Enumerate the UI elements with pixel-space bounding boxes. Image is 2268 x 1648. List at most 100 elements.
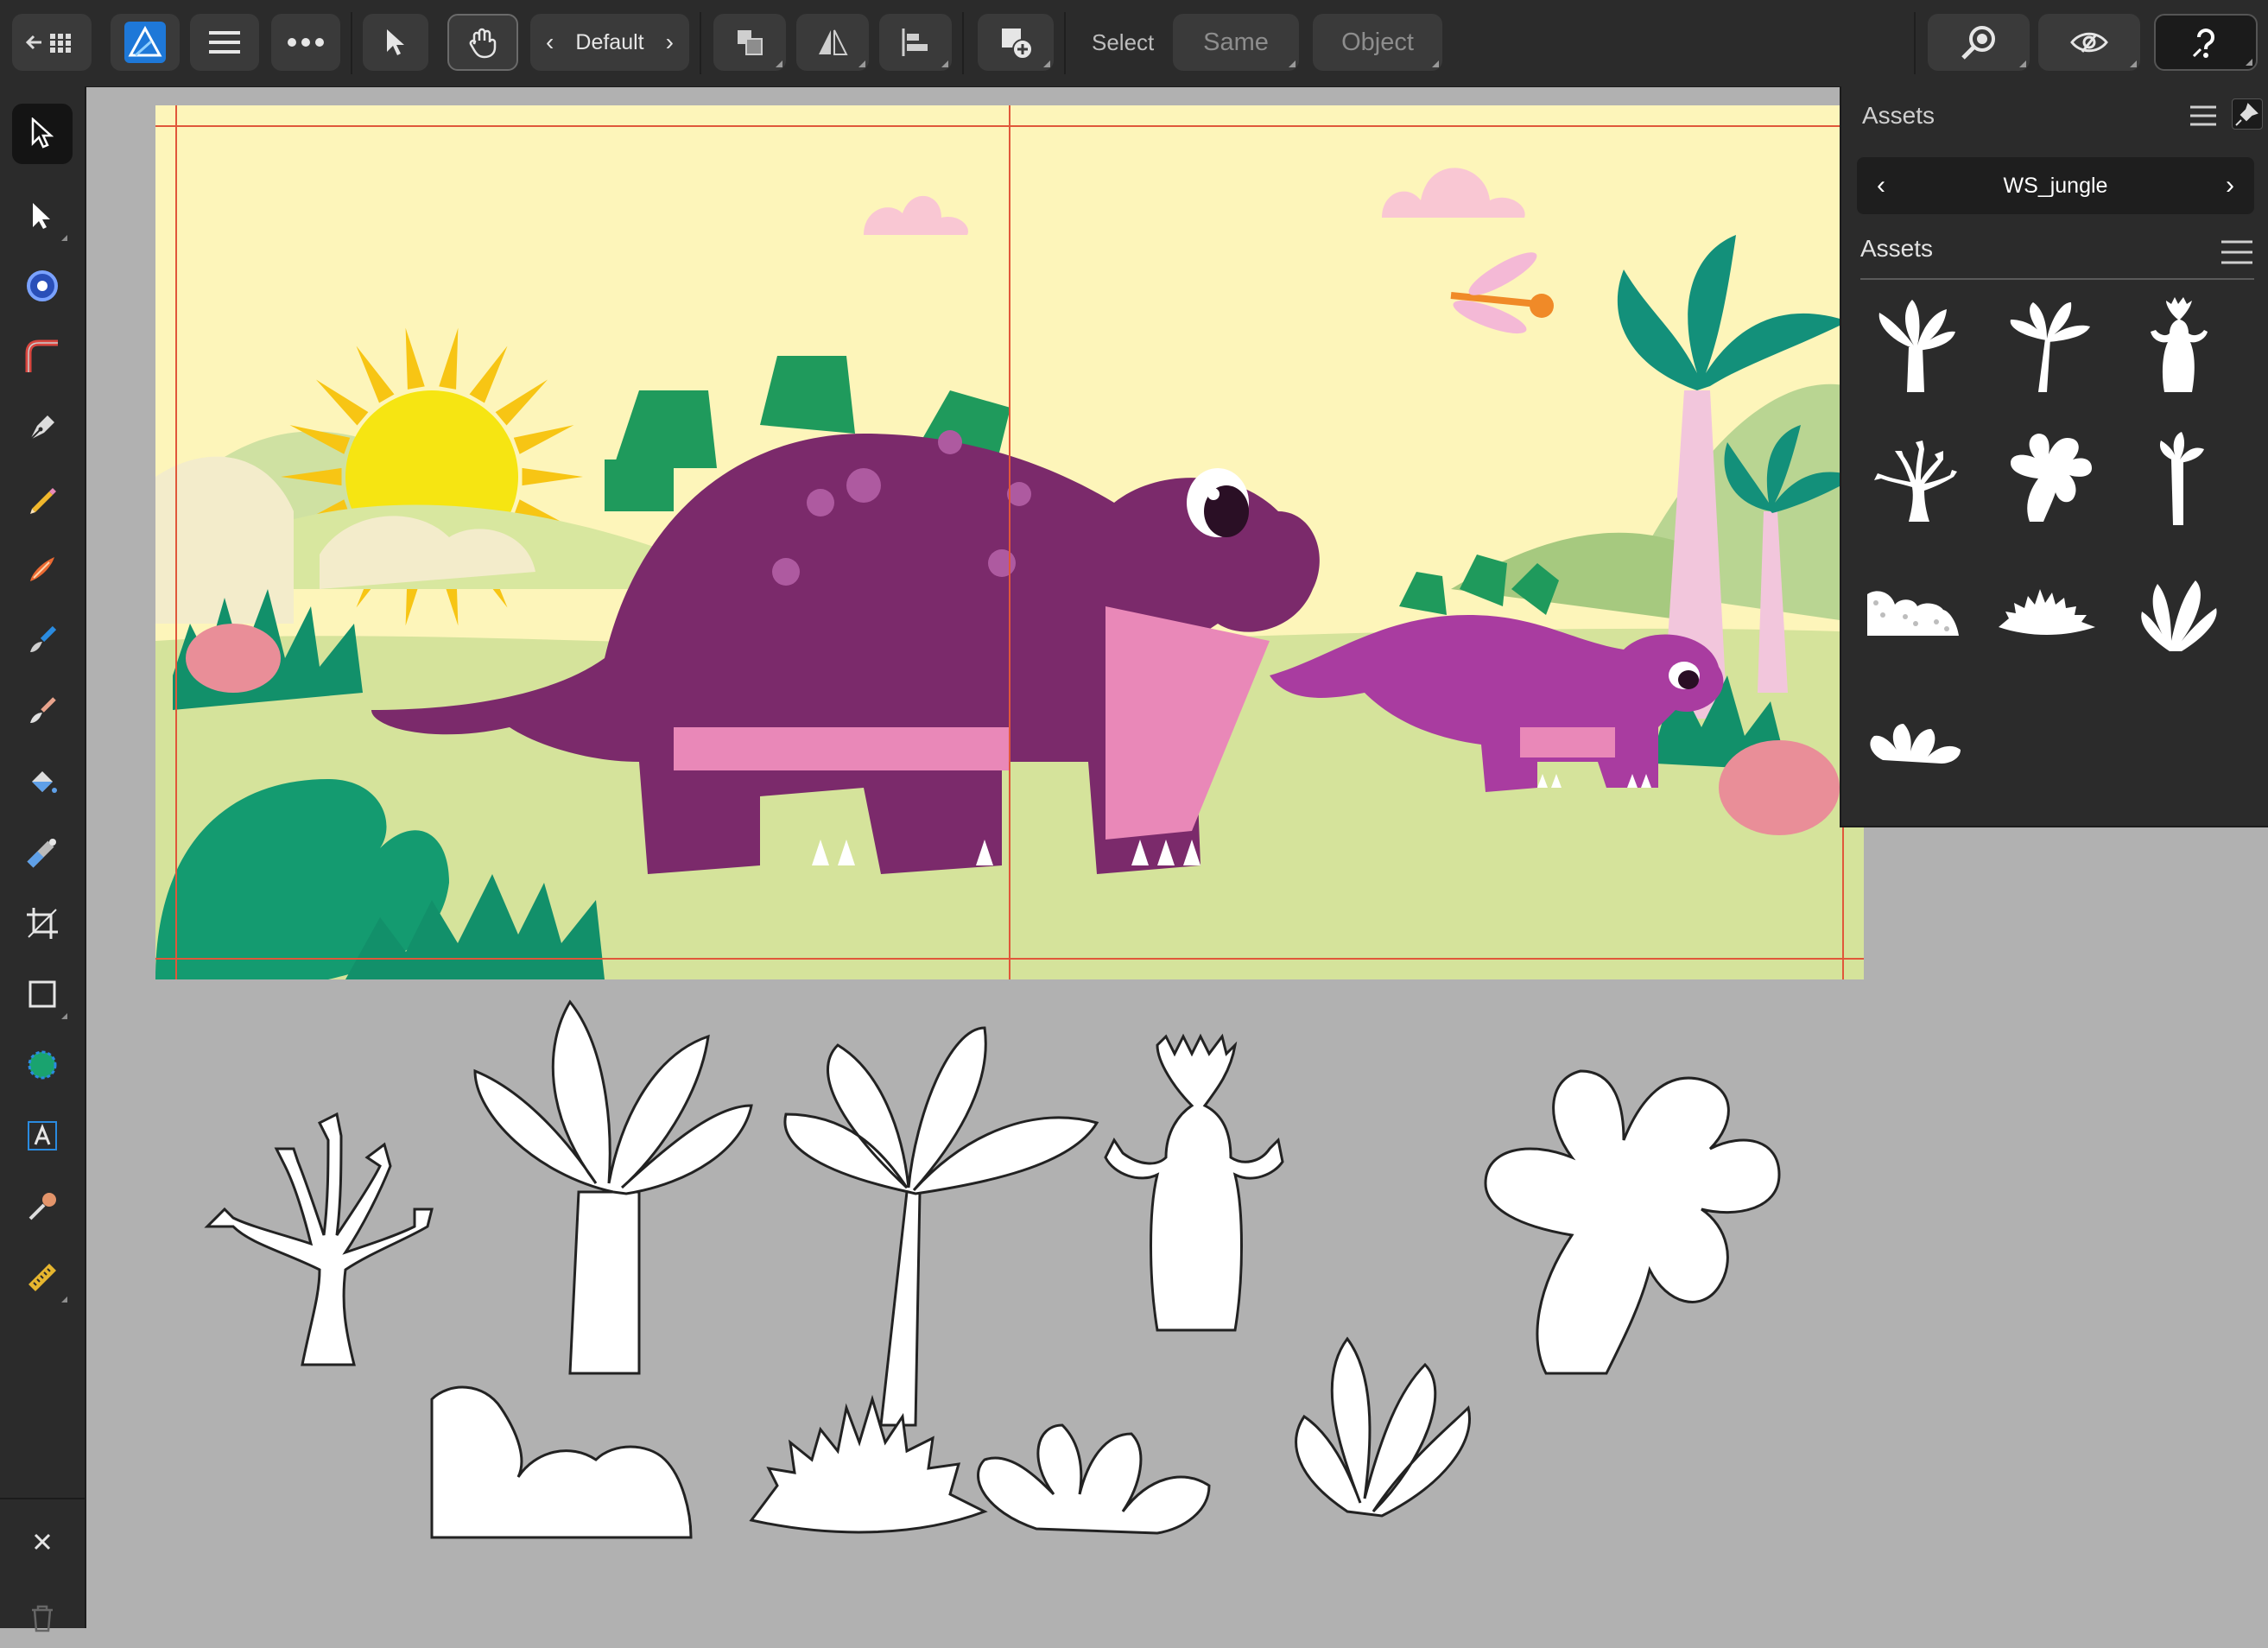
bare-tree-asset[interactable] — [204, 1112, 434, 1366]
palm-tree-icon — [1878, 300, 1955, 392]
next-preset-icon[interactable]: › — [666, 29, 674, 56]
round-leaf-tree-icon — [2011, 434, 2092, 522]
touch-mode-button[interactable] — [447, 14, 518, 71]
zoom-magnifier-icon — [1961, 26, 1995, 60]
palm-tree-asset[interactable] — [568, 1190, 641, 1375]
fill-tool[interactable] — [12, 751, 73, 812]
dinosaur-illustration — [155, 105, 1864, 979]
select-label: Select — [1092, 29, 1155, 55]
asset-thumb-shrub[interactable] — [1855, 675, 1976, 796]
transparency-tool-icon — [27, 839, 56, 868]
tools-panel — [0, 86, 86, 1632]
corner-tool[interactable] — [12, 326, 73, 387]
back-to-documents-button[interactable] — [12, 14, 92, 71]
paint-brush-icon — [30, 625, 57, 652]
align-left-icon — [902, 29, 928, 56]
shape-builder-icon — [28, 1050, 57, 1080]
cloud — [864, 195, 968, 235]
help-question-icon — [2192, 29, 2214, 58]
select-mode-button[interactable] — [363, 14, 428, 71]
prev-preset-icon[interactable]: ‹ — [546, 29, 554, 56]
artistic-text-tool[interactable] — [12, 1106, 73, 1166]
panel-menu-icon[interactable] — [2189, 104, 2218, 128]
crop-tool[interactable] — [12, 893, 73, 954]
thin-palm-icon — [2159, 432, 2204, 525]
corner-tool-icon — [25, 339, 58, 372]
help-button[interactable] — [2154, 14, 2258, 71]
artistic-text-icon — [28, 1121, 57, 1150]
spiky-bush-asset[interactable] — [749, 1394, 988, 1534]
placed-assets — [204, 999, 1781, 1539]
hand-touch-icon — [469, 28, 497, 59]
affinity-designer-icon — [124, 22, 166, 63]
designer-persona-button[interactable] — [111, 14, 180, 71]
crop-tool-icon — [27, 908, 58, 939]
shape-builder-tool[interactable] — [12, 1035, 73, 1095]
move-tool[interactable] — [12, 104, 73, 164]
leafy-plant-asset[interactable] — [1295, 1336, 1471, 1518]
measure-tool[interactable] — [12, 1247, 73, 1308]
boolean-add-icon — [1002, 29, 1033, 60]
pencil-tool[interactable] — [12, 468, 73, 529]
round-leaf-tree-asset[interactable] — [1484, 1069, 1781, 1375]
subcategory-menu-icon[interactable] — [2220, 238, 2254, 266]
transparency-tool[interactable] — [12, 822, 73, 883]
eyedropper-tool[interactable] — [12, 1176, 73, 1237]
artboard-canvas[interactable] — [155, 105, 1864, 979]
pink-egg-rock — [186, 624, 281, 693]
preset-selector[interactable]: ‹ Default › — [530, 14, 689, 71]
arrange-button[interactable] — [713, 14, 786, 71]
vector-brush-tool[interactable] — [12, 539, 73, 599]
color-picker-tool[interactable] — [12, 256, 73, 316]
asset-thumb-round-leaf-tree[interactable] — [1986, 416, 2107, 537]
asset-thumb-bare-tree[interactable] — [1855, 416, 1976, 537]
fan-palm-asset[interactable] — [879, 1190, 922, 1427]
pixel-brush-tool[interactable] — [12, 681, 73, 741]
main-menu-button[interactable] — [190, 14, 259, 71]
asset-thumb-dotted-bush[interactable] — [1855, 546, 1976, 667]
pen-tool-icon — [29, 415, 54, 441]
cloud — [1382, 168, 1525, 218]
pixel-brush-icon — [30, 697, 56, 723]
category-navigator[interactable]: WS_jungle ‹ › — [1857, 157, 2254, 214]
delete-button[interactable] — [12, 1588, 73, 1648]
pen-tool[interactable] — [12, 397, 73, 458]
paint-brush-tool[interactable] — [12, 610, 73, 670]
back-grid-icon — [25, 34, 71, 53]
fan-palm-crown — [783, 1026, 1099, 1195]
prev-category-icon[interactable]: ‹ — [1864, 157, 1898, 214]
shrub-asset[interactable] — [977, 1423, 1211, 1535]
zoom-button[interactable] — [1928, 14, 2030, 71]
boolean-add-button[interactable] — [978, 14, 1054, 71]
pin-panel-button[interactable] — [2232, 98, 2263, 130]
baobab-asset[interactable] — [1104, 1033, 1284, 1332]
select-same-button[interactable]: Same — [1173, 14, 1299, 71]
view-mode-button[interactable] — [2038, 14, 2140, 71]
pin-icon — [2235, 103, 2258, 126]
dotted-bush-icon — [1867, 591, 1959, 636]
close-tools-button[interactable] — [12, 1512, 73, 1572]
select-object-button[interactable]: Object — [1313, 14, 1442, 71]
fill-tool-icon — [32, 771, 57, 793]
next-category-icon[interactable]: › — [2213, 157, 2247, 214]
asset-thumb-fan-palm[interactable] — [1986, 287, 2107, 408]
rectangle-tool[interactable] — [12, 964, 73, 1024]
flip-button[interactable] — [796, 14, 869, 71]
select-same-label: Same — [1203, 28, 1269, 56]
leafy-plant-icon — [2141, 580, 2217, 651]
asset-thumb-spiky-bush[interactable] — [1986, 546, 2107, 667]
node-tool[interactable] — [12, 186, 73, 246]
asset-thumb-thin-palm[interactable] — [2118, 416, 2239, 537]
toolbar-separator — [962, 12, 964, 74]
more-options-button[interactable] — [271, 14, 340, 71]
align-button[interactable] — [879, 14, 952, 71]
asset-thumb-baobab[interactable] — [2118, 287, 2239, 408]
select-object-label: Object — [1341, 28, 1414, 56]
asset-thumb-palm-tree[interactable] — [1855, 287, 1976, 408]
dragonfly — [1450, 252, 1554, 334]
baobab-tree-icon — [2151, 297, 2208, 392]
dotted-bush-asset[interactable] — [430, 1385, 693, 1539]
pencil-tool-icon — [30, 488, 56, 514]
preset-label: Default — [575, 29, 644, 54]
asset-thumb-leafy-plant[interactable] — [2118, 546, 2239, 667]
